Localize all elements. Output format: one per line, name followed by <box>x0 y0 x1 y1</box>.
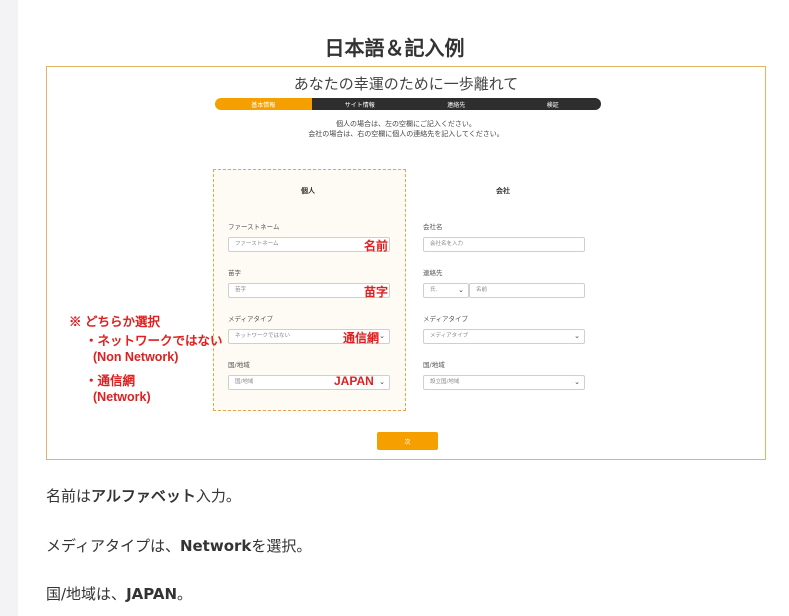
step-site-info: サイト情報 <box>311 98 408 110</box>
annotation-network: 通信網 <box>343 331 380 345</box>
left-gutter <box>0 0 18 616</box>
company-name-input[interactable]: 会社名を入力 <box>423 237 585 252</box>
paragraph-country-instruction: 国/地域は、JAPAN。 <box>46 583 192 604</box>
company-media-type-label: メディアタイプ <box>423 315 469 323</box>
paragraph-name-instruction: 名前はアルファベット入力。 <box>46 485 241 506</box>
step-basic-info: 基本情報 <box>215 98 312 110</box>
side-note-non-network-jp: ・ネットワークではない <box>85 334 223 348</box>
annotation-name: 名前 <box>364 239 389 253</box>
company-name-label: 会社名 <box>423 223 443 231</box>
personal-country-value: 国/地域 <box>235 379 254 385</box>
chevron-down-icon: ⌄ <box>574 332 580 340</box>
step-progress-bar: 基本情報 サイト情報 連絡先 検証 <box>215 98 601 110</box>
company-country-value: 設立国/地域 <box>430 379 460 385</box>
company-media-type-value: メディアタイプ <box>430 333 469 339</box>
company-country-select[interactable]: 設立国/地域 ⌄ <box>423 375 585 390</box>
paragraph-bold: Network <box>179 537 252 555</box>
company-media-type-select[interactable]: メディアタイプ ⌄ <box>423 329 585 344</box>
side-note-non-network-en: (Non Network) <box>93 350 179 364</box>
chevron-down-icon: ⌄ <box>379 378 385 386</box>
paragraph-media-type-instruction: メディアタイプは、Networkを選択。 <box>46 535 311 556</box>
paragraph-text: 入力。 <box>195 487 241 505</box>
annotation-japan: JAPAN <box>334 374 374 388</box>
paragraph-bold: JAPAN <box>126 585 178 603</box>
intro-line-2: 会社の場合は、右の空欄に個人の連絡先を記入してください。 <box>308 130 504 138</box>
chevron-down-icon: ⌄ <box>458 286 464 294</box>
personal-media-type-value: ネットワークではない <box>235 333 291 339</box>
annotation-surname: 苗字 <box>364 285 389 299</box>
personal-heading: 個人 <box>301 187 315 195</box>
paragraph-text: 国/地域は、 <box>46 585 127 603</box>
contact-name-input[interactable]: 名前 <box>469 283 585 298</box>
company-heading: 会社 <box>496 187 510 195</box>
page-title: 日本語＆記入例 <box>324 36 465 60</box>
next-button[interactable]: 次 <box>377 432 438 450</box>
title-select-value: 氏. <box>430 287 438 293</box>
chevron-down-icon: ⌄ <box>379 332 385 340</box>
title-select[interactable]: 氏. ⌄ <box>423 283 469 298</box>
paragraph-text: メディアタイプは、 <box>46 537 180 555</box>
step-verify: 検証 <box>504 98 601 110</box>
personal-country-label: 国/地域 <box>228 361 250 369</box>
form-screenshot: あなたの幸運のために一歩離れて 基本情報 サイト情報 連絡先 検証 個人の場合は… <box>46 66 766 460</box>
surname-label: 苗字 <box>228 269 241 277</box>
paragraph-text: 。 <box>177 585 193 603</box>
first-name-label: ファーストネーム <box>228 223 280 231</box>
side-note-network-jp: ・通信網 <box>85 374 136 388</box>
personal-media-type-label: メディアタイプ <box>228 315 274 323</box>
side-note-choose-one: ※ どちらか選択 <box>69 315 160 329</box>
paragraph-text: を選択。 <box>251 537 312 555</box>
company-country-label: 国/地域 <box>423 361 445 369</box>
intro-line-1: 個人の場合は、左の空欄にご記入ください。 <box>336 120 476 128</box>
contact-label: 連絡先 <box>423 269 443 277</box>
chevron-down-icon: ⌄ <box>574 378 580 386</box>
step-contact: 連絡先 <box>408 98 505 110</box>
paragraph-bold: アルファベット <box>91 487 196 505</box>
paragraph-text: 名前は <box>46 487 92 505</box>
form-title: あなたの幸運のために一歩離れて <box>293 75 519 93</box>
side-note-network-en: (Network) <box>93 390 151 404</box>
intro-text: 個人の場合は、左の空欄にご記入ください。 会社の場合は、右の空欄に個人の連絡先を… <box>47 119 765 139</box>
